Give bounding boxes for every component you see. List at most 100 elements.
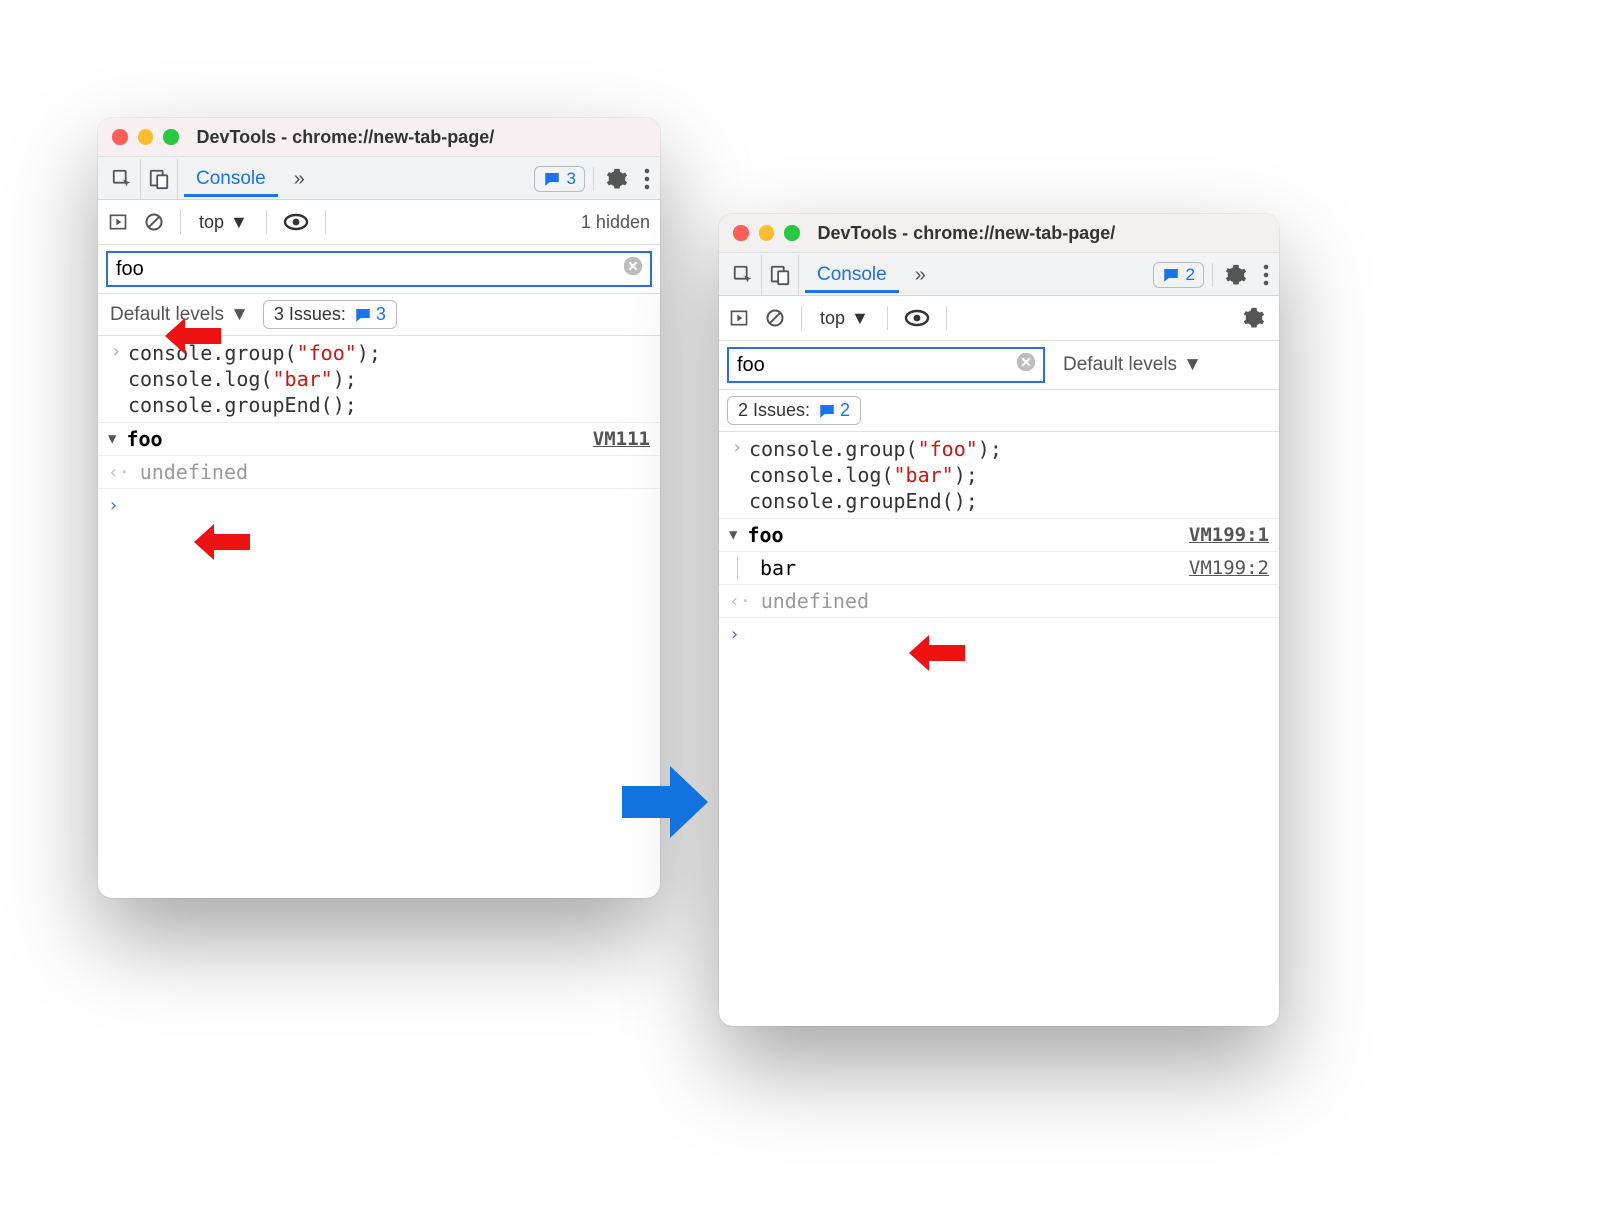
comparison-stage: DevTools - chrome://new-tab-page/ Consol…: [0, 0, 1600, 1224]
chat-icon: [818, 402, 836, 420]
issues-button[interactable]: 3 Issues: 3: [263, 300, 397, 329]
code-block: console.group("foo"); console.log("bar")…: [128, 340, 381, 418]
settings-icon[interactable]: [598, 164, 636, 194]
filter-row: foo Default levels ▼: [719, 341, 1279, 390]
zoom-dot[interactable]: [784, 225, 800, 241]
input-echo-row[interactable]: › console.group("foo"); console.log("bar…: [98, 336, 660, 423]
undefined-label: undefined: [761, 589, 869, 613]
filter-value: foo: [116, 258, 144, 281]
input-echo-row[interactable]: › console.group("foo"); console.log("bar…: [719, 432, 1279, 519]
console-group-header[interactable]: ▼ foo VM111: [98, 423, 660, 456]
titlebar[interactable]: DevTools - chrome://new-tab-page/: [719, 214, 1279, 253]
device-toggle-icon[interactable]: [141, 159, 178, 199]
window-title: DevTools - chrome://new-tab-page/: [197, 127, 495, 148]
issues-label: 3 Issues:: [274, 304, 346, 325]
console-output: › console.group("foo"); console.log("bar…: [98, 336, 660, 522]
group-label: foo: [747, 523, 783, 547]
prompt-chevron-icon: ›: [729, 624, 740, 645]
code-block: console.group("foo"); console.log("bar")…: [749, 436, 1002, 514]
return-row: ‹· undefined: [98, 456, 660, 489]
console-subtoolbar: top ▼ 1 hidden: [98, 200, 660, 245]
clear-filter-icon[interactable]: [622, 255, 644, 283]
console-log-row[interactable]: bar VM199:2: [719, 552, 1279, 585]
group-indent-line: [737, 556, 738, 580]
prompt-row[interactable]: ›: [719, 618, 1279, 651]
issues-button[interactable]: 2 Issues: 2: [727, 396, 861, 425]
more-tabs-icon[interactable]: »: [284, 162, 315, 197]
levels-row: Default levels ▼ 3 Issues: 3: [98, 294, 660, 336]
close-dot[interactable]: [733, 225, 749, 241]
toolbar-issues-pill[interactable]: 3: [534, 166, 585, 192]
context-selector[interactable]: top ▼: [814, 306, 875, 331]
toolbar-issues-pill[interactable]: 2: [1153, 262, 1204, 288]
log-levels-label: Default levels: [1063, 354, 1177, 376]
close-dot[interactable]: [112, 129, 128, 145]
log-levels-label: Default levels: [110, 304, 224, 326]
main-toolbar: Console » 2: [719, 253, 1279, 296]
triangle-down-icon: ▼: [108, 431, 116, 447]
device-toggle-icon[interactable]: [762, 255, 799, 295]
main-toolbar: Console » 3: [98, 157, 660, 200]
prompt-row[interactable]: ›: [98, 489, 660, 522]
chevron-down-icon: ▼: [230, 304, 249, 326]
triangle-down-icon: ▼: [729, 527, 737, 543]
chevron-right-icon: ›: [725, 436, 749, 460]
chevron-down-icon: ▼: [230, 212, 248, 233]
context-selector[interactable]: top ▼: [193, 210, 254, 235]
return-arrow-icon: ‹·: [729, 591, 751, 612]
inspect-icon[interactable]: [100, 159, 141, 199]
console-output: › console.group("foo"); console.log("bar…: [719, 432, 1279, 651]
titlebar[interactable]: DevTools - chrome://new-tab-page/: [98, 118, 660, 157]
tab-console[interactable]: Console: [805, 258, 899, 293]
console-subtoolbar: top ▼: [719, 296, 1279, 341]
toolbar-issues-count: 2: [1186, 265, 1195, 285]
settings-icon[interactable]: [1217, 260, 1255, 290]
tab-console[interactable]: Console: [184, 162, 278, 197]
source-link[interactable]: VM111: [593, 428, 650, 450]
clear-filter-icon[interactable]: [1015, 351, 1037, 379]
filter-input[interactable]: foo: [106, 251, 652, 287]
issues-row: 2 Issues: 2: [719, 390, 1279, 432]
zoom-dot[interactable]: [163, 129, 179, 145]
live-expression-icon[interactable]: [279, 213, 313, 231]
clear-console-icon[interactable]: [761, 308, 789, 328]
chat-icon: [354, 306, 372, 324]
chevron-down-icon: ▼: [851, 308, 869, 329]
prompt-chevron-icon: ›: [108, 495, 119, 516]
return-arrow-icon: ‹·: [108, 462, 130, 483]
group-label: foo: [126, 427, 162, 451]
chevron-right-icon: ›: [104, 340, 128, 364]
filter-value: foo: [737, 354, 765, 377]
log-value: bar: [760, 556, 796, 580]
source-link[interactable]: VM199:2: [1189, 557, 1269, 579]
live-expression-icon[interactable]: [900, 309, 934, 327]
filter-input[interactable]: foo: [727, 347, 1045, 383]
inspect-icon[interactable]: [721, 255, 762, 295]
more-tabs-icon[interactable]: »: [905, 258, 936, 293]
drawer-toggle-icon[interactable]: [104, 212, 132, 232]
toolbar-issues-count: 3: [567, 169, 576, 189]
chat-icon: [543, 170, 561, 188]
issues-count: 3: [376, 304, 386, 325]
source-link[interactable]: VM199:1: [1189, 524, 1269, 546]
log-levels-dropdown[interactable]: Default levels ▼: [106, 302, 253, 328]
minimize-dot[interactable]: [138, 129, 154, 145]
window-title: DevTools - chrome://new-tab-page/: [818, 223, 1116, 244]
issues-count: 2: [840, 400, 850, 421]
minimize-dot[interactable]: [759, 225, 775, 241]
chat-icon: [1162, 266, 1180, 284]
traffic-lights: [112, 129, 179, 145]
devtools-window-before: DevTools - chrome://new-tab-page/ Consol…: [98, 118, 660, 898]
issues-label: 2 Issues:: [738, 400, 810, 421]
kebab-icon[interactable]: [1255, 260, 1277, 290]
clear-console-icon[interactable]: [140, 212, 168, 232]
context-value: top: [820, 308, 845, 329]
undefined-label: undefined: [140, 460, 248, 484]
hidden-count[interactable]: 1 hidden: [581, 212, 654, 233]
console-settings-icon[interactable]: [1235, 303, 1273, 333]
log-levels-dropdown[interactable]: Default levels ▼: [1059, 352, 1206, 378]
drawer-toggle-icon[interactable]: [725, 308, 753, 328]
kebab-icon[interactable]: [636, 164, 658, 194]
console-group-header[interactable]: ▼ foo VM199:1: [719, 519, 1279, 552]
filter-row: foo: [98, 245, 660, 294]
